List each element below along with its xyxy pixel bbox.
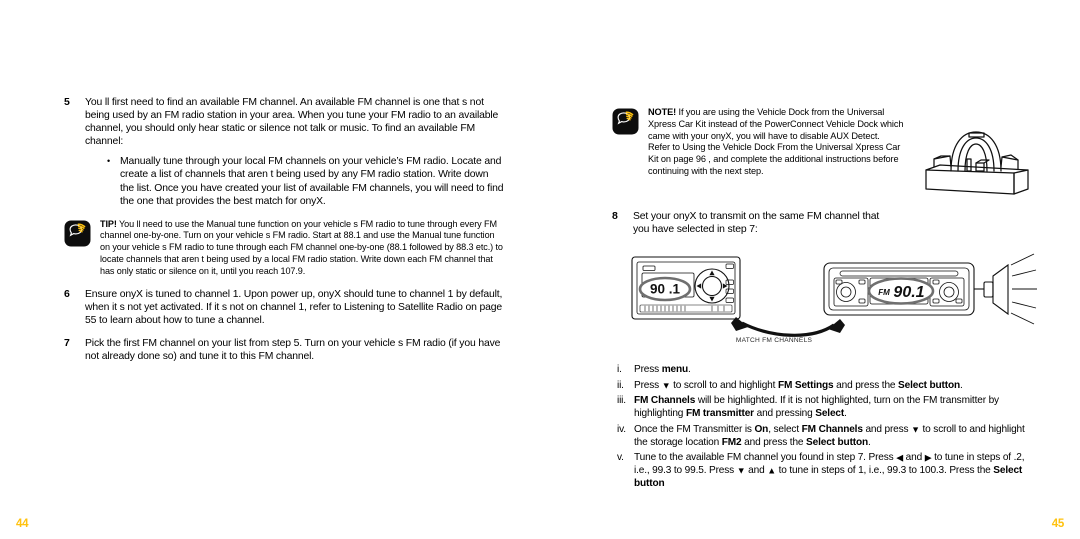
tip-body: You ll need to use the Manual tune funct…: [100, 218, 503, 276]
list-item: i. Press menu.: [612, 363, 1038, 376]
onyx-display-value: 90 .1: [650, 282, 681, 297]
step-text: Set your onyX to transmit on the same FM…: [633, 211, 880, 236]
list-item: iv. Once the FM Transmitter is On, selec…: [612, 423, 1038, 449]
vehicle-dock-illustration: [910, 123, 1038, 197]
substep-numeral: ii.: [617, 379, 624, 391]
substep-text: Press ▼ to scroll to and highlight FM Se…: [634, 379, 963, 391]
step-number: 6: [64, 288, 70, 301]
tip-callout: TIP! You ll need to use the Manual tune …: [64, 219, 504, 278]
substep-text: Press menu.: [634, 364, 691, 376]
step-number: 8: [612, 210, 618, 222]
note-callout: NOTE! If you are using the Vehicle Dock …: [612, 107, 1038, 199]
note-label: NOTE!: [648, 107, 677, 117]
car-stereo-band: FM: [878, 288, 890, 297]
left-page: 5 You ll first need to find an available…: [0, 0, 540, 539]
substep-numeral: iii.: [617, 395, 626, 407]
substep-text: FM Channels will be highlighted. If it i…: [634, 395, 999, 420]
step-7: 7 Pick the first FM channel on your list…: [64, 337, 504, 363]
substep-numeral: iv.: [617, 423, 626, 435]
step-number: 7: [64, 336, 70, 349]
list-item: iii. FM Channels will be highlighted. If…: [612, 394, 1038, 420]
step-5-paragraph: You ll first need to find an available F…: [85, 97, 499, 148]
car-stereo-display-value: 90.1: [893, 284, 924, 301]
step-number: 5: [64, 96, 70, 108]
step-text: Ensure onyX is tuned to channel 1. Upon …: [85, 289, 503, 327]
step-5: 5 You ll first need to find an available…: [64, 96, 504, 208]
list-item: v. Tune to the available FM channel you …: [612, 451, 1038, 490]
substep-numeral: v.: [617, 452, 624, 464]
substep-text: Once the FM Transmitter is On, select FM…: [634, 423, 1025, 448]
page-number-right: 45: [1051, 518, 1065, 530]
step-5-bullet-list: Manually tune through your local FM chan…: [85, 155, 504, 207]
list-item: Manually tune through your local FM chan…: [107, 155, 504, 207]
substep-numeral: i.: [617, 364, 622, 376]
diagram-caption: MATCH FM CHANNELS: [735, 337, 813, 345]
list-item: ii. Press ▼ to scroll to and highlight F…: [612, 379, 1038, 392]
speech-bubble-note-icon: [612, 108, 639, 135]
substep-list: i. Press menu. ii. Press ▼ to scroll to …: [612, 363, 1038, 490]
substep-text: Tune to the available FM channel you fou…: [634, 452, 1025, 490]
step-6: 6 Ensure onyX is tuned to channel 1. Upo…: [64, 288, 504, 327]
match-fm-channels-diagram: 90 .1 FM 90.1 MATCH FM CHANNELS: [612, 245, 1038, 357]
note-body: If you are using the Vehicle Dock from t…: [648, 107, 904, 176]
right-page: NOTE! If you are using the Vehicle Dock …: [540, 0, 1080, 539]
tip-text: TIP! You ll need to use the Manual tune …: [100, 219, 504, 278]
step-text: Pick the first FM channel on your list f…: [85, 337, 501, 362]
note-text: NOTE! If you are using the Vehicle Dock …: [648, 107, 1038, 199]
page-number-left: 44: [16, 518, 29, 530]
speech-bubble-tip-icon: [64, 220, 91, 247]
step-text: You ll first need to find an available F…: [85, 96, 504, 208]
manual-page-spread: 5 You ll first need to find an available…: [0, 0, 1080, 539]
step-8: 8 Set your onyX to transmit on the same …: [612, 210, 1038, 236]
tip-label: TIP!: [100, 218, 117, 229]
